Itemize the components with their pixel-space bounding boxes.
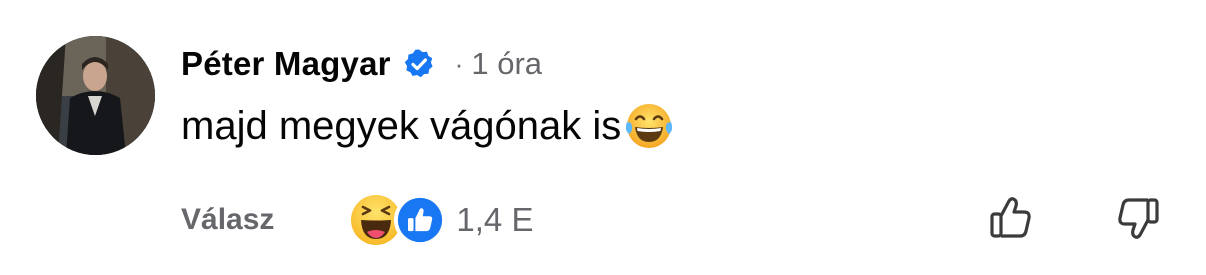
like-reaction-icon: [394, 194, 447, 246]
thumbs-up-outline-icon: [990, 197, 1031, 238]
comment-time[interactable]: 1 óra: [471, 46, 542, 82]
thumbs-down-outline-icon: [1118, 198, 1159, 239]
author-name[interactable]: Péter Magyar: [181, 45, 391, 83]
reaction-summary[interactable]: 1,4 E: [350, 194, 533, 246]
comment: Péter Magyar · 1 óra majd megyek vágónak…: [0, 0, 1206, 275]
downvote-button[interactable]: [1110, 190, 1166, 246]
comment-header: Péter Magyar · 1 óra: [181, 42, 542, 86]
comment-meta: · 1 óra: [455, 46, 542, 82]
reply-button[interactable]: Válasz: [181, 203, 274, 237]
comment-actions: Válasz 1,4 E: [181, 192, 533, 248]
reaction-count: 1,4 E: [456, 201, 534, 238]
comment-text: majd megyek vágónak is: [181, 103, 622, 148]
avatar[interactable]: [36, 36, 155, 155]
comment-body: majd megyek vágónak is: [181, 98, 675, 154]
face-with-tears-of-joy-icon: [623, 100, 675, 152]
verified-badge-icon: [403, 48, 435, 80]
upvote-button[interactable]: [983, 190, 1039, 246]
meta-separator: ·: [454, 48, 464, 79]
